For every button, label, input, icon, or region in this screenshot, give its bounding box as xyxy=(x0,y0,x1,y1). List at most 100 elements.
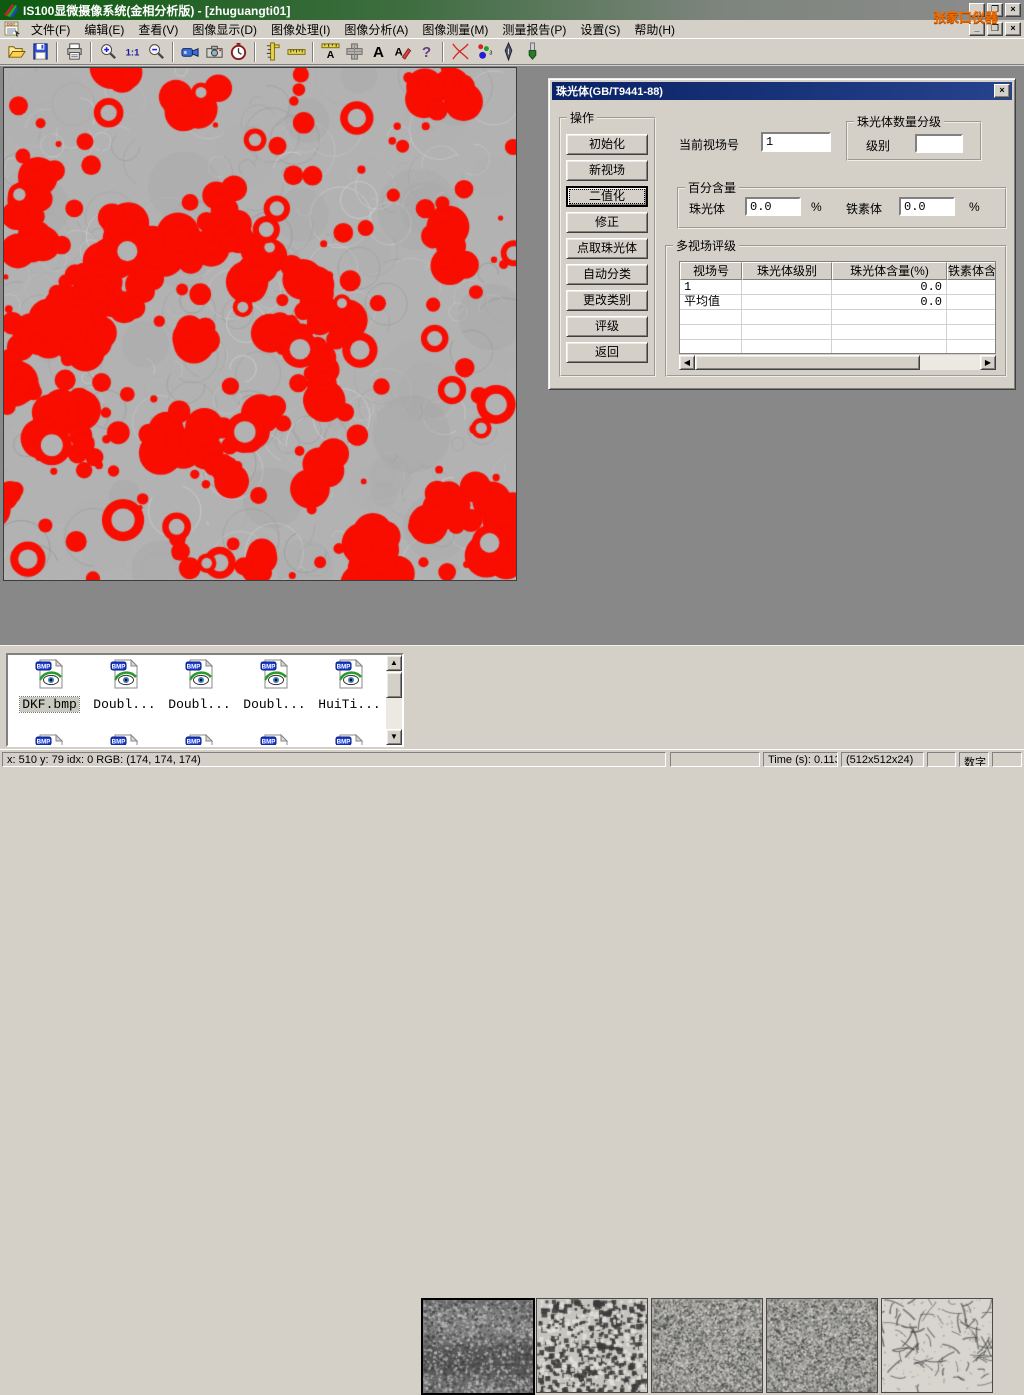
file-item-partial[interactable]: BMP xyxy=(12,733,87,747)
actual-size-icon[interactable]: 1:1 xyxy=(120,40,144,63)
op-button-2[interactable]: 新视场 xyxy=(566,160,648,181)
table-row[interactable]: 10.0 xyxy=(680,280,995,295)
pen-icon[interactable] xyxy=(496,40,520,63)
app-icon xyxy=(3,2,19,18)
count-tool-icon[interactable]: 3 xyxy=(472,40,496,63)
table-row[interactable] xyxy=(680,340,995,354)
vscroll-thumb[interactable] xyxy=(386,672,402,698)
menu-item-2[interactable]: 编辑(E) xyxy=(77,19,131,40)
svg-text:BMP: BMP xyxy=(336,664,350,671)
status-blank-2 xyxy=(927,752,956,767)
svg-text:BMP: BMP xyxy=(336,739,350,746)
op-button-4[interactable]: 修正 xyxy=(566,212,648,233)
save-icon[interactable] xyxy=(28,40,52,63)
op-button-7[interactable]: 更改类别 xyxy=(566,290,648,311)
op-button-8[interactable]: 评级 xyxy=(566,316,648,337)
timer-icon[interactable] xyxy=(226,40,250,63)
document-icon[interactable]: DOC xyxy=(4,21,22,37)
vscroll-down-arrow[interactable]: ▼ xyxy=(386,729,402,745)
file-item-partial[interactable]: BMP xyxy=(237,733,312,747)
zoom-out-icon[interactable] xyxy=(144,40,168,63)
video-camera-icon[interactable] xyxy=(178,40,202,63)
thumbnail-1[interactable] xyxy=(421,1298,535,1395)
thumbnail-5[interactable] xyxy=(881,1298,993,1393)
svg-text:A: A xyxy=(326,50,334,61)
text-tool-icon[interactable]: A xyxy=(366,40,390,63)
op-button-1[interactable]: 初始化 xyxy=(566,134,648,155)
hscroll-right-arrow[interactable]: ▶ xyxy=(980,355,996,370)
brush-icon[interactable] xyxy=(520,40,544,63)
caliper-icon[interactable] xyxy=(260,40,284,63)
hscroll-thumb[interactable] xyxy=(695,355,920,370)
column-header-4[interactable]: 铁素体含量(%) xyxy=(947,262,996,280)
svg-text:DOC: DOC xyxy=(7,23,15,27)
menu-item-4[interactable]: 图像显示(D) xyxy=(185,19,264,40)
help-icon[interactable]: ? xyxy=(414,40,438,63)
ferrite-percent-input[interactable] xyxy=(899,197,955,216)
svg-text:A: A xyxy=(394,46,402,58)
grade-input[interactable] xyxy=(915,134,963,153)
table-row[interactable]: 平均值0.0 xyxy=(680,295,995,310)
menu-item-8[interactable]: 测量报告(P) xyxy=(495,19,573,40)
menu-item-7[interactable]: 图像测量(M) xyxy=(415,19,495,40)
bmp-file-icon: BMP xyxy=(162,658,237,695)
dialog-close-button[interactable]: × xyxy=(994,84,1010,98)
rating-table[interactable]: 视场号珠光体级别珠光体含量(%)铁素体含量(%)10.0平均值0.0 xyxy=(679,261,996,354)
file-item[interactable]: BMP HuiTi... xyxy=(312,658,387,713)
op-button-3[interactable]: 二值化 xyxy=(566,186,648,207)
camera-icon[interactable] xyxy=(202,40,226,63)
current-field-input[interactable] xyxy=(761,132,831,152)
operations-legend: 操作 xyxy=(567,109,597,126)
svg-text:?: ? xyxy=(421,44,430,61)
column-header-3[interactable]: 珠光体含量(%) xyxy=(832,262,947,280)
file-label: Doubl... xyxy=(162,695,237,713)
hscroll-left-arrow[interactable]: ◀ xyxy=(679,355,695,370)
bottom-panel: BMPBMPBMPBMPBMPBMPHuiTi...BMPDoubl...BMP… xyxy=(0,645,1024,749)
curve-tool-icon[interactable] xyxy=(448,40,472,63)
file-item-partial[interactable]: BMP xyxy=(312,733,387,747)
open-icon[interactable] xyxy=(4,40,28,63)
pearlite-percent-input[interactable] xyxy=(745,197,801,216)
mdi-close-button[interactable]: × xyxy=(1005,22,1021,36)
file-label: HuiTi... xyxy=(312,695,387,713)
file-item-partial[interactable]: BMP xyxy=(162,733,237,747)
grade-label: 级别 xyxy=(866,137,890,154)
column-header-1[interactable]: 视场号 xyxy=(680,262,742,280)
op-button-9[interactable]: 返回 xyxy=(566,342,648,363)
zoom-in-icon[interactable] xyxy=(96,40,120,63)
table-row[interactable] xyxy=(680,310,995,325)
close-button[interactable]: × xyxy=(1005,3,1021,17)
file-item[interactable]: BMPDoubl... xyxy=(87,658,162,713)
op-button-5[interactable]: 点取珠光体 xyxy=(566,238,648,259)
bmp-file-icon: BMP xyxy=(12,658,87,695)
micrograph-image[interactable] xyxy=(3,67,517,581)
table-row[interactable] xyxy=(680,325,995,340)
file-vscrollbar[interactable]: ▲ ▼ xyxy=(386,655,402,745)
menu-item-6[interactable]: 图像分析(A) xyxy=(337,19,415,40)
menu-item-3[interactable]: 查看(V) xyxy=(131,19,185,40)
thumbnail-4[interactable] xyxy=(766,1298,878,1393)
menu-item-5[interactable]: 图像处理(I) xyxy=(264,19,337,40)
measure-text-icon[interactable]: A xyxy=(318,40,342,63)
menu-item-1[interactable]: 文件(F) xyxy=(24,19,77,40)
thumbnail-3[interactable] xyxy=(651,1298,763,1393)
status-blank-1 xyxy=(670,752,760,767)
file-item[interactable]: BMPDoubl... xyxy=(162,658,237,713)
bmp-file-icon: BMP xyxy=(312,733,387,747)
file-item-partial[interactable]: BMP xyxy=(87,733,162,747)
menu-item-10[interactable]: 帮助(H) xyxy=(627,19,682,40)
vscroll-up-arrow[interactable]: ▲ xyxy=(386,655,402,671)
table-hscrollbar[interactable]: ◀ ▶ xyxy=(679,355,996,370)
ruler-icon[interactable] xyxy=(284,40,308,63)
dialog-title-bar[interactable]: 珠光体(GB/T9441-88) × xyxy=(552,82,1012,100)
file-item[interactable]: BMPDoubl... xyxy=(237,658,312,713)
column-header-2[interactable]: 珠光体级别 xyxy=(742,262,832,280)
annotate-icon[interactable]: A xyxy=(390,40,414,63)
print-icon[interactable] xyxy=(62,40,86,63)
thumbnail-2[interactable] xyxy=(536,1298,648,1393)
table-cell xyxy=(680,340,742,354)
op-button-6[interactable]: 自动分类 xyxy=(566,264,648,285)
menu-item-9[interactable]: 设置(S) xyxy=(573,19,627,40)
file-item[interactable]: BMPDKF.bmp xyxy=(12,658,87,713)
grid-icon[interactable] xyxy=(342,40,366,63)
